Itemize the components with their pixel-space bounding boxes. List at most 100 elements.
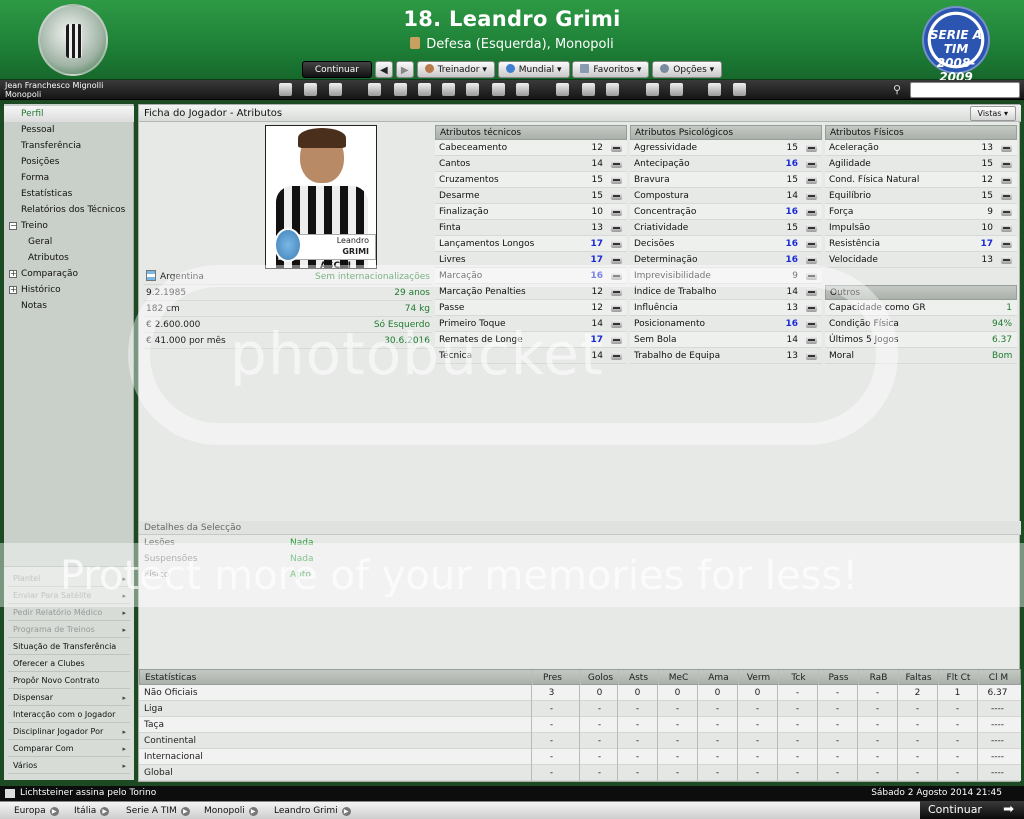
collapse-icon[interactable]: − <box>9 222 17 230</box>
menu-favoritos[interactable]: Favoritos ▾ <box>572 61 650 78</box>
save-icon[interactable] <box>733 83 746 96</box>
breadcrumb-player[interactable]: Leandro Grimi ▶ <box>268 802 351 819</box>
statistics-column-header[interactable]: RaB <box>858 670 898 686</box>
sidebar-item-forma[interactable]: Forma <box>21 170 49 186</box>
attribute-change-icon <box>611 240 622 248</box>
sidebar-item-treino[interactable]: Treino <box>21 218 48 234</box>
sidebar-item-relatorios[interactable]: Relatórios dos Técnicos <box>21 202 125 218</box>
action-situacao-transferencia[interactable]: Situação de Transferência <box>8 639 130 655</box>
chevron-right-icon: ▸ <box>122 694 126 702</box>
attribute-change-icon <box>806 288 817 296</box>
sidebar-item-geral[interactable]: Geral <box>28 234 52 250</box>
statistics-column-header[interactable]: Cl M <box>978 670 1018 686</box>
training-icon[interactable] <box>418 83 431 96</box>
attribute-change-icon <box>806 240 817 248</box>
attribute-value: 9 <box>792 271 798 281</box>
action-oferecer-clubes[interactable]: Oferecer a Clubes <box>8 656 130 672</box>
action-varios[interactable]: Vários ▸ <box>8 758 130 774</box>
home-icon[interactable] <box>279 83 292 96</box>
breadcrumb-monopoli[interactable]: Monopoli ▶ <box>198 802 258 819</box>
continue-button[interactable]: Continuar <box>301 61 372 78</box>
action-comparar[interactable]: Comparar Com ▸ <box>8 741 130 757</box>
statistics-cell: - <box>697 749 737 765</box>
statistics-column-header[interactable]: Tck <box>778 670 818 686</box>
statistics-cell: - <box>617 765 657 781</box>
forward-arrow-icon[interactable]: ▶ <box>395 61 414 78</box>
action-relatorio-medico[interactable]: Pedir Relatório Médico ▸ <box>8 605 130 621</box>
expand-icon[interactable]: + <box>9 286 17 294</box>
menu-opcoes[interactable]: Opções ▾ <box>652 61 723 78</box>
header: 18. Leandro Grimi Defesa (Esquerda), Mon… <box>0 0 1024 84</box>
statistics-body: Não Oficiais 3 0 0 0 0 0- - -2 1 6.37 Liga - - - - - - - - -… <box>139 685 1021 781</box>
action-novo-contrato[interactable]: Propôr Novo Contrato <box>8 673 130 689</box>
statistics-column-header[interactable]: Asts <box>618 670 658 686</box>
action-enviar-satelite[interactable]: Enviar Para Satélite ▸ <box>8 588 130 604</box>
sidebar-item-transferencia[interactable]: Transferência <box>21 138 81 154</box>
breadcrumb-italia[interactable]: Itália ▶ <box>68 802 110 819</box>
action-interaccao[interactable]: Interacção com o Jogador <box>8 707 130 723</box>
attribute-name: Influência <box>634 303 678 313</box>
statistics-table: Estatísticas Pres Golos Asts MeC Ama Verm Tck P… <box>139 669 1021 781</box>
action-dispensar[interactable]: Dispensar ▸ <box>8 690 130 706</box>
attribute-row: Força 9 <box>825 204 1017 220</box>
sidebar-item-posicoes[interactable]: Posições <box>21 154 59 170</box>
attribute-change-icon <box>1001 192 1012 200</box>
staff-icon[interactable] <box>646 83 659 96</box>
menu-mundial[interactable]: Mundial ▾ <box>497 61 570 78</box>
statistics-column-header[interactable]: Ama <box>698 670 738 686</box>
board-icon[interactable] <box>606 83 619 96</box>
attribute-name: Agressividade <box>634 143 698 153</box>
trophy-icon[interactable] <box>556 83 569 96</box>
fixtures-icon[interactable] <box>582 83 595 96</box>
statistics-column-header[interactable]: Pass <box>818 670 858 686</box>
action-plantel[interactable]: Plantel ▸ <box>8 571 130 587</box>
transfers-icon[interactable] <box>516 83 529 96</box>
sidebar-item-notas[interactable]: Notas <box>21 298 47 314</box>
statistics-column-header[interactable]: MeC <box>658 670 698 686</box>
menu-treinador[interactable]: Treinador ▾ <box>416 61 495 78</box>
selection-label: Lesões <box>144 538 175 548</box>
statistics-cell: ---- <box>977 717 1017 733</box>
statistics-column-header[interactable]: Verm <box>738 670 778 686</box>
finances-icon[interactable] <box>466 83 479 96</box>
attribute-change-icon <box>611 272 622 280</box>
menu-treinador-label: Treinador <box>437 65 480 75</box>
statistics-column-header[interactable]: Pres <box>532 670 572 686</box>
continue-button-bottom[interactable]: Continuar ➡ <box>920 801 1024 819</box>
statistics-column-header[interactable]: Flt Ct <box>938 670 978 686</box>
sidebar-item-perfil[interactable]: Perfil <box>21 106 44 122</box>
sidebar-item-pessoal[interactable]: Pessoal <box>21 122 55 138</box>
tactics-icon[interactable] <box>394 83 407 96</box>
statistics-row-label: Continental <box>144 736 197 746</box>
sidebar-item-comparacao[interactable]: Comparação <box>21 266 78 282</box>
flag-icon <box>146 270 156 281</box>
help-icon[interactable] <box>708 83 721 96</box>
medical-icon[interactable] <box>492 83 505 96</box>
squad-icon[interactable] <box>368 83 381 96</box>
attribute-value: 17 <box>590 239 603 249</box>
statistics-cell: 2 <box>897 685 937 701</box>
scouting-icon[interactable] <box>442 83 455 96</box>
calendar-icon[interactable] <box>329 83 342 96</box>
statistics-column-header[interactable]: Faltas <box>898 670 938 686</box>
inbox-icon[interactable] <box>304 83 317 96</box>
news-headline[interactable]: Lichtsteiner assina pelo Torino <box>20 786 156 801</box>
sidebar-item-historico[interactable]: Histórico <box>21 282 61 298</box>
selection-details-header: Detalhes da Selecção <box>139 521 1021 535</box>
action-programa-treinos[interactable]: Programa de Treinos ▸ <box>8 622 130 638</box>
views-dropdown[interactable]: Vistas ▾ <box>969 106 1016 121</box>
attribute-name: Capacidade como GR <box>829 303 926 313</box>
breadcrumb-europa[interactable]: Europa ▶ <box>8 802 59 819</box>
back-arrow-icon[interactable]: ◀ <box>374 61 393 78</box>
sidebar-item-estatisticas[interactable]: Estatísticas <box>21 186 72 202</box>
statistics-cell: - <box>857 701 897 717</box>
statistics-cell: - <box>531 733 571 749</box>
breadcrumb-serie-a[interactable]: Serie A TIM ▶ <box>120 802 190 819</box>
action-disciplinar[interactable]: Disciplinar Jogador Por ▸ <box>8 724 130 740</box>
expand-icon[interactable]: + <box>9 270 17 278</box>
statistics-column-header[interactable]: Golos <box>580 670 620 686</box>
notes-icon[interactable] <box>670 83 683 96</box>
statistics-cell: - <box>579 765 619 781</box>
sidebar-item-atributos[interactable]: Atributos <box>28 250 69 266</box>
search-input[interactable] <box>910 82 1020 98</box>
